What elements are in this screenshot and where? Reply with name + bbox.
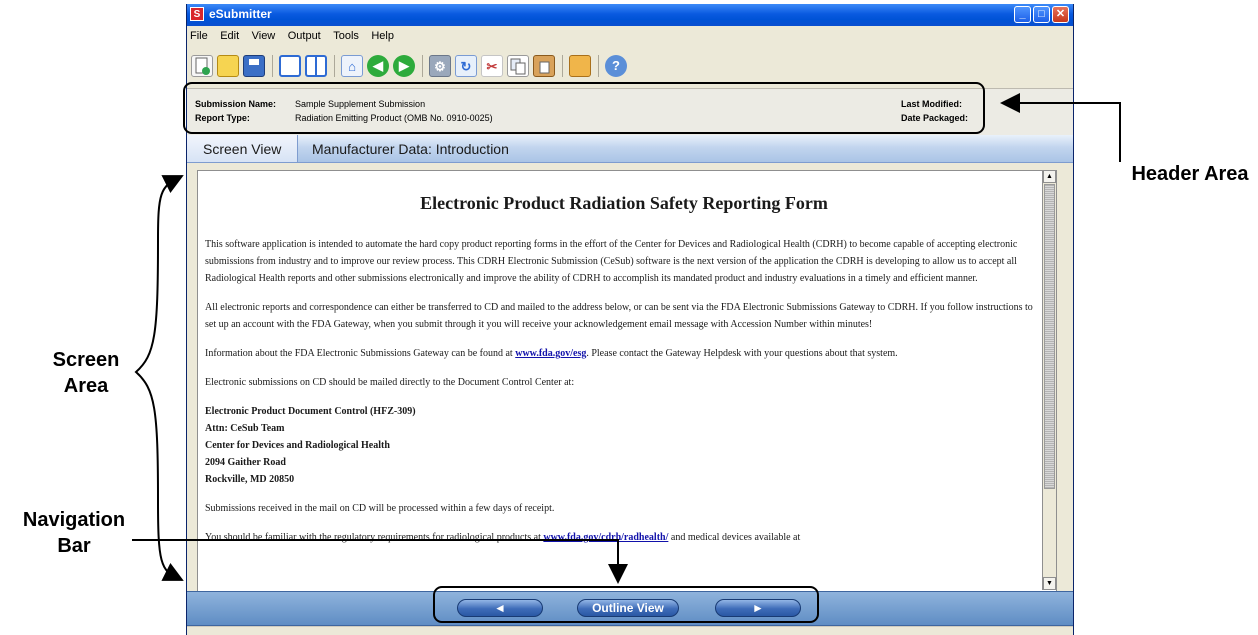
header-area-outline [183,82,985,134]
navigation-bar-outline [433,586,819,623]
navigation-bar-label: Navigation Bar [22,509,126,557]
screen-area-label: Screen Area [52,349,120,397]
navigation-bar-arrow [132,539,628,584]
screen-area-arrow-top [161,175,184,193]
header-area-arrow [1000,93,1121,162]
annotation-overlay [132,82,1121,623]
header-area-label: Header Area [1131,163,1249,185]
screen-area-arrow-bottom [161,563,184,581]
